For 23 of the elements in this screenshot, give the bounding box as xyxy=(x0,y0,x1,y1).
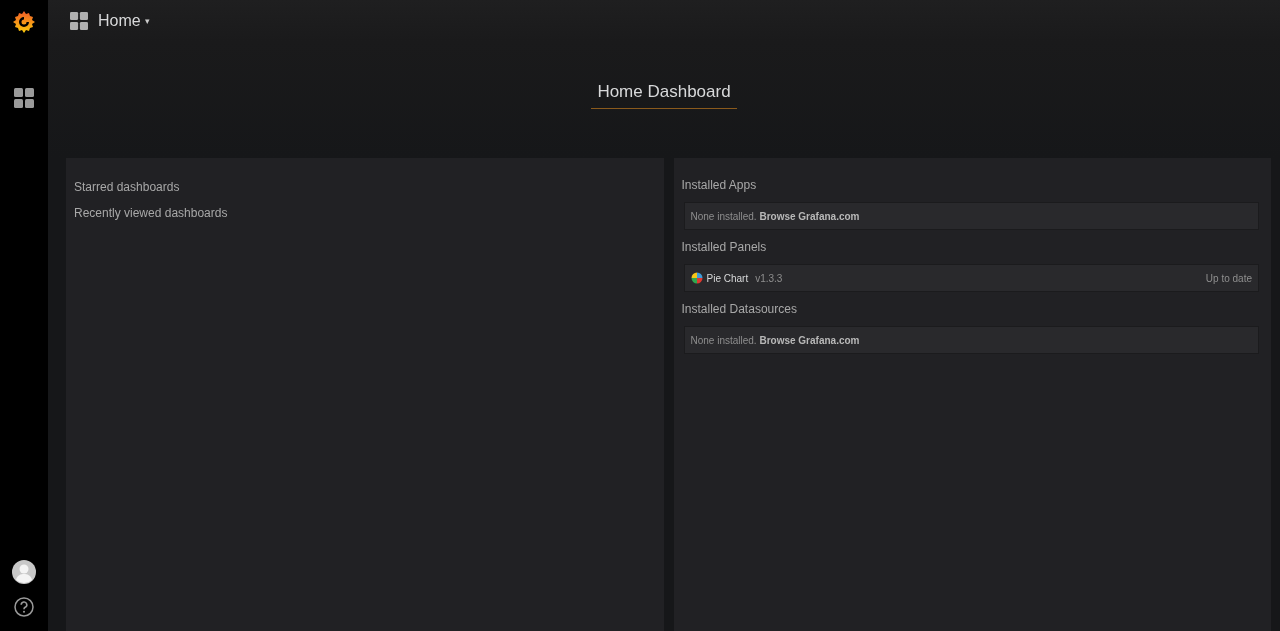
browse-link[interactable]: Browse Grafana.com xyxy=(759,334,860,346)
empty-message: None installed. Browse Grafana.com xyxy=(690,334,860,346)
panel-title: Home Dashboard xyxy=(591,82,737,109)
section-heading: Recently viewed dashboards xyxy=(74,206,229,220)
caret-icon: ▾ xyxy=(144,16,150,26)
dashboards-icon[interactable] xyxy=(14,88,34,108)
empty-message: None installed. Browse Grafana.com xyxy=(690,210,860,222)
avatar-icon[interactable] xyxy=(12,560,36,584)
browse-link[interactable]: Browse Grafana.com xyxy=(759,210,860,222)
dashboard-picker-button[interactable]: Home ▾ xyxy=(70,12,150,30)
plugin-name: Pie Chart xyxy=(706,272,749,284)
dashboard-title: Home xyxy=(98,12,141,30)
section-heading: Installed Panels xyxy=(681,240,768,254)
help-icon[interactable] xyxy=(14,597,34,617)
section-heading: Installed Datasources xyxy=(681,302,798,316)
pie-chart-icon xyxy=(690,272,703,284)
plugin-row[interactable]: Pie Chart v1.3.3 Up to date xyxy=(683,264,1259,292)
section-heading: Starred dashboards xyxy=(74,180,181,194)
update-status: Up to date xyxy=(1205,272,1252,284)
dashboards-icon xyxy=(70,12,88,30)
plugin-version: v1.3.3 xyxy=(755,272,783,284)
logo-icon[interactable] xyxy=(12,10,36,34)
section-heading: Installed Apps xyxy=(681,178,758,192)
